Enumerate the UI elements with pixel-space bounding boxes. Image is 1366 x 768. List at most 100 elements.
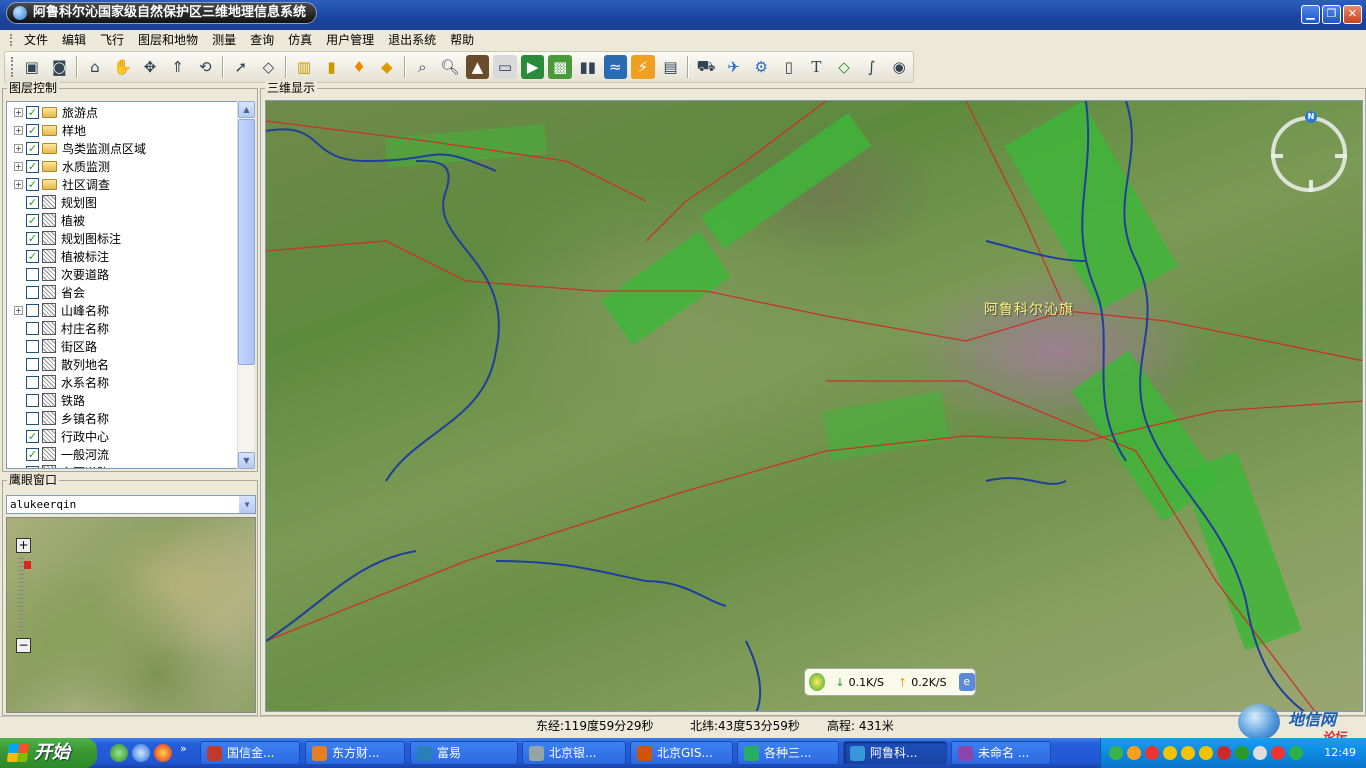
tray-icon[interactable] [1127,746,1141,760]
select-pointer-icon[interactable]: ➚ [229,55,253,79]
save-icon[interactable]: ▣ [20,55,44,79]
overview-map[interactable]: + − [6,517,256,713]
full-extent-icon[interactable]: ⌂ [83,55,107,79]
chevron-down-icon[interactable]: ▼ [239,496,255,513]
region-select[interactable]: alukeerqin ▼ [6,495,256,514]
tray-icon[interactable] [1271,746,1285,760]
layer-checkbox[interactable] [26,375,39,389]
zoom-slider-handle[interactable] [24,561,31,569]
scroll-up-icon[interactable]: ▲ [238,101,255,118]
chart-bars-icon[interactable]: ▮▮ [576,55,600,79]
layer-row[interactable]: + ✓ 水质监测 [7,157,110,175]
layer-checkbox[interactable]: ✓ [26,231,39,245]
start-button[interactable]: 开始 [0,738,97,768]
browser-icon[interactable]: e [958,673,975,691]
layer-row[interactable]: 铁路 [7,391,85,409]
layer-checkbox[interactable]: ✓ [26,177,39,191]
polyline-tool-icon[interactable]: ∫ [860,55,884,79]
scroll-down-icon[interactable]: ▼ [238,452,255,469]
compass-icon[interactable]: N [1271,111,1347,192]
layer-row[interactable]: + ✓ 社区调查 [7,175,110,193]
layer-checkbox[interactable]: ✓ [26,429,39,443]
expand-icon[interactable]: + [14,161,23,171]
expand-icon[interactable]: + [14,125,23,135]
film-icon[interactable]: ▤ [659,55,683,79]
layer-row[interactable]: ✓ 规划图 [7,193,97,211]
layer-tree-scrollbar[interactable]: ▲ ▼ [237,101,255,469]
zoom-out-button[interactable]: − [16,638,31,653]
layer-row[interactable]: 次要道路 [7,265,109,283]
layer-checkbox[interactable] [26,357,39,371]
navigate-icon[interactable]: ✥ [138,55,162,79]
menu-help[interactable]: 帮助 [445,31,483,49]
3d-terrain-view[interactable]: 阿鲁科尔沁旗 N ↓ 0.1K/S ↑ 0.2K/S e [265,100,1363,712]
layer-checkbox[interactable]: ✓ [26,447,39,461]
satellite-image-icon[interactable]: ▩ [548,55,572,79]
layer-checkbox[interactable] [26,393,39,407]
minimize-button[interactable]: ▁ [1301,5,1320,24]
landscape-icon[interactable]: ≈ [603,55,628,79]
qq-tray-icon[interactable] [1163,746,1177,760]
terrain-icon[interactable]: ▲ [465,55,490,79]
layer-row[interactable]: 街区路 [7,337,97,355]
zoom-slider-track[interactable] [18,558,24,633]
layer-row[interactable]: + ✓ 样地 [7,121,86,139]
layer-checkbox[interactable]: ✓ [26,195,39,209]
taskbar-button[interactable]: 富易 [410,741,518,765]
layer-row[interactable]: ✓ 主要道路 [7,463,109,468]
layer-row[interactable]: ✓ 行政中心 [7,427,109,445]
menu-user-management[interactable]: 用户管理 [321,31,383,49]
network-tray-icon[interactable] [1109,746,1123,760]
ie-quicklaunch-icon[interactable] [132,744,150,762]
security-tray-icon[interactable] [1289,746,1303,760]
layer-checkbox[interactable]: ✓ [26,123,39,137]
layer-checkbox[interactable] [26,267,39,281]
ruler-icon[interactable]: ▮ [320,55,344,79]
qq-tray-icon[interactable] [1199,746,1213,760]
more-quicklaunch-icon[interactable]: » [180,742,187,755]
layer-row[interactable]: + ✓ 旅游点 [7,103,98,121]
layer-checkbox[interactable] [26,339,39,353]
taskbar-button[interactable]: 北京GIS... [630,741,733,765]
restore-button[interactable]: ❐ [1322,5,1341,24]
airplane-icon[interactable]: ✈ [722,55,746,79]
lightning-icon[interactable]: ⚡ [631,55,655,79]
identify-icon[interactable]: ⌕ [411,55,435,79]
taskbar-button[interactable]: 各种三... [737,741,839,765]
menu-layers[interactable]: 图层和地物 [133,31,207,49]
taskbar-button[interactable]: 东方财... [305,741,405,765]
layer-checkbox[interactable]: ✓ [26,141,39,155]
expand-icon[interactable]: + [14,143,23,153]
marker-icon[interactable]: ♦ [347,55,371,79]
layer-row[interactable]: 散列地名 [7,355,109,373]
menubar-grip[interactable] [10,34,13,46]
pan-hand-icon[interactable]: ✋ [111,55,135,79]
select-feature-icon[interactable]: ◇ [257,55,281,79]
window-icon[interactable]: ▭ [493,55,517,79]
layer-checkbox[interactable] [26,321,39,335]
taskbar-button[interactable]: 北京银... [522,741,626,765]
layer-row[interactable]: ✓ 一般河流 [7,445,109,463]
menu-edit[interactable]: 编辑 [57,31,95,49]
layer-row[interactable]: 乡镇名称 [7,409,109,427]
qq-quicklaunch-icon[interactable] [154,744,172,762]
menu-file[interactable]: 文件 [19,31,57,49]
layer-checkbox[interactable]: ✓ [26,159,39,173]
zoom-in-button[interactable]: + [16,538,31,553]
play-video-icon[interactable]: ▶ [520,55,545,79]
menu-exit[interactable]: 退出系统 [383,31,445,49]
tray-icon[interactable] [1235,746,1249,760]
tray-icon[interactable] [1217,746,1231,760]
camera-icon[interactable]: ◙ [48,55,72,79]
layer-checkbox[interactable]: ✓ [26,249,39,263]
qq-tray-icon[interactable] [1181,746,1195,760]
expand-icon[interactable]: + [14,179,23,189]
expand-icon[interactable]: + [14,107,23,117]
layer-row[interactable]: 村庄名称 [7,319,109,337]
taskbar-button[interactable]: 国信金... [200,741,300,765]
helicopter-icon[interactable]: ⚙ [749,55,773,79]
layer-row[interactable]: 水系名称 [7,373,109,391]
close-button[interactable]: ✕ [1343,5,1362,24]
menu-query[interactable]: 查询 [245,31,283,49]
menu-measure[interactable]: 测量 [207,31,245,49]
